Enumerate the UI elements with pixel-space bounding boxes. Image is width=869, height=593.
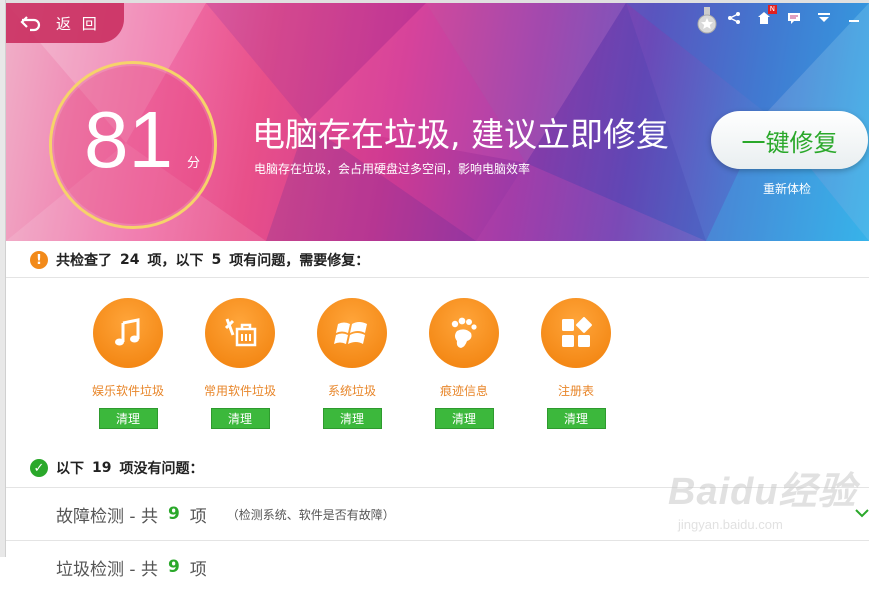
row-unit: 项 — [189, 506, 207, 527]
notification-badge: N — [767, 5, 777, 14]
problem-label: 娱乐软件垃圾 — [91, 384, 164, 398]
ok-header: ✓ 以下 19 项没有问题： — [30, 457, 203, 479]
status-subline: 电脑存在垃圾，会占用硬盘过多空间，影响电脑效率 — [254, 162, 531, 176]
row-unit: 项 — [189, 559, 207, 580]
row-title: 垃圾检测 - 共 — [56, 559, 158, 580]
one-click-fix-button[interactable]: 一键修复 — [711, 111, 868, 169]
share-icon[interactable] — [719, 5, 749, 31]
check-icon: ✓ — [30, 459, 48, 477]
back-label: 返 回 — [56, 14, 100, 33]
clean-button[interactable]: 清理 — [546, 408, 606, 429]
problem-item: 娱乐软件垃圾 清理 — [78, 298, 178, 429]
back-arrow-icon — [20, 16, 41, 32]
watermark-sub: jingyan.baidu.com — [678, 517, 783, 532]
watermark-main: Baidu经验 — [668, 471, 857, 513]
music-icon — [93, 298, 163, 368]
problems-prefix: 共检查了 — [56, 253, 112, 269]
notification-icon[interactable]: N — [749, 5, 779, 31]
clean-button[interactable]: 清理 — [210, 408, 270, 429]
problems-count: 5 — [211, 252, 222, 268]
row-description: （检测系统、软件是否有故障） — [226, 507, 395, 522]
problem-label: 痕迹信息 — [439, 384, 488, 398]
problem-item: 系统垃圾 清理 — [302, 298, 402, 429]
problem-item: 注册表 清理 — [526, 298, 626, 429]
medal-icon[interactable] — [696, 7, 718, 35]
chevron-down-icon[interactable] — [855, 506, 869, 522]
ok-count: 19 — [92, 460, 112, 476]
warning-icon: ! — [30, 251, 48, 269]
ok-suffix: 项没有问题： — [119, 461, 204, 477]
clean-button[interactable]: 清理 — [98, 408, 158, 429]
status-headline: 电脑存在垃圾, 建议立即修复 — [252, 115, 669, 154]
score-unit: 分 — [187, 156, 201, 171]
footprint-icon — [429, 298, 499, 368]
problem-item: 常用软件垃圾 清理 — [190, 298, 290, 429]
tools-icon — [205, 298, 275, 368]
menu-icon[interactable] — [809, 5, 839, 31]
problem-label: 常用软件垃圾 — [203, 384, 276, 398]
problems-header: ! 共检查了 24 项，以下 5 项有问题，需要修复： — [30, 249, 369, 271]
problems-mid: 项，以下 — [147, 253, 204, 269]
check-category-row[interactable]: 垃圾检测 - 共 9 项 — [6, 541, 869, 593]
ok-prefix: 以下 — [56, 461, 84, 477]
problems-total: 24 — [120, 252, 140, 268]
recheck-link[interactable]: 重新体检 — [763, 180, 811, 197]
row-title: 故障检测 - 共 — [56, 506, 158, 527]
divider — [6, 277, 869, 278]
row-count: 9 — [167, 557, 180, 577]
registry-icon — [541, 298, 611, 368]
header-banner: 返 回 N 81 分 电脑存在垃圾, 建议立即修复 电脑存在垃圾，会占用硬盘过多… — [6, 3, 869, 241]
problem-label: 注册表 — [557, 384, 594, 398]
clean-button[interactable]: 清理 — [322, 408, 382, 429]
row-count: 9 — [167, 504, 180, 524]
message-icon[interactable] — [779, 5, 809, 31]
problem-label: 系统垃圾 — [327, 384, 376, 398]
minimize-icon[interactable] — [839, 5, 869, 31]
windows-icon — [317, 298, 387, 368]
problem-item: 痕迹信息 清理 — [414, 298, 514, 429]
watermark: Baidu经验 jingyan.baidu.com — [668, 460, 857, 532]
problems-suffix: 项有问题，需要修复： — [229, 253, 370, 269]
window-toolbar: N — [719, 3, 869, 33]
clean-button[interactable]: 清理 — [434, 408, 494, 429]
health-score: 81 — [84, 95, 173, 184]
back-button[interactable]: 返 回 — [6, 3, 124, 43]
